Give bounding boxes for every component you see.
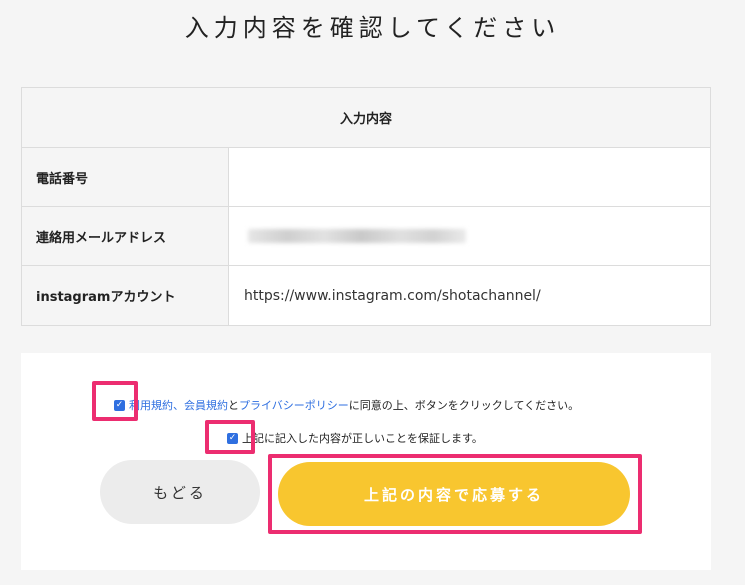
accuracy-agreement-line: ✓ 上記に記入した内容が正しいことを保証します。 [227, 430, 483, 446]
terms-suffix: に同意の上、ボタンをクリックしてください。 [348, 399, 580, 412]
table-row-instagram: instagramアカウント https://www.instagram.com… [22, 266, 710, 325]
confirmation-page: 入力内容を確認してください 入力内容 電話番号 連絡用メールアドレス insta… [0, 0, 745, 585]
table-row-email: 連絡用メールアドレス [22, 207, 710, 266]
phone-value [229, 148, 710, 206]
instagram-value: https://www.instagram.com/shotachannel/ [244, 287, 541, 304]
input-summary-table: 入力内容 電話番号 連絡用メールアドレス instagramアカウント http… [21, 87, 711, 326]
instagram-label: instagramアカウント [22, 266, 229, 325]
table-row-phone: 電話番号 [22, 148, 710, 207]
accuracy-text: 上記に記入した内容が正しいことを保証します。 [242, 432, 483, 445]
usage-terms-link[interactable]: 利用規約 [129, 397, 173, 413]
redacted-email [248, 229, 466, 243]
table-header: 入力内容 [22, 88, 710, 148]
privacy-policy-link[interactable]: プライバシーポリシー [239, 397, 349, 413]
accuracy-checkbox[interactable]: ✓ [227, 432, 238, 444]
member-terms-link[interactable]: 会員規約 [184, 397, 228, 413]
email-label: 連絡用メールアドレス [22, 207, 229, 265]
phone-label: 電話番号 [22, 148, 229, 206]
back-button[interactable]: もどる [100, 460, 260, 524]
submit-application-button[interactable]: 上記の内容で応募する [278, 462, 630, 526]
terms-conjunction: と [228, 399, 239, 412]
terms-checkbox[interactable]: ✓ [114, 399, 125, 411]
page-title: 入力内容を確認してください [184, 14, 561, 42]
terms-separator: 、 [173, 399, 184, 412]
terms-agreement-line: ✓ 利用規約 、 会員規約 と プライバシーポリシー に同意の上、ボタンをクリッ… [114, 397, 579, 413]
email-value [229, 207, 710, 265]
